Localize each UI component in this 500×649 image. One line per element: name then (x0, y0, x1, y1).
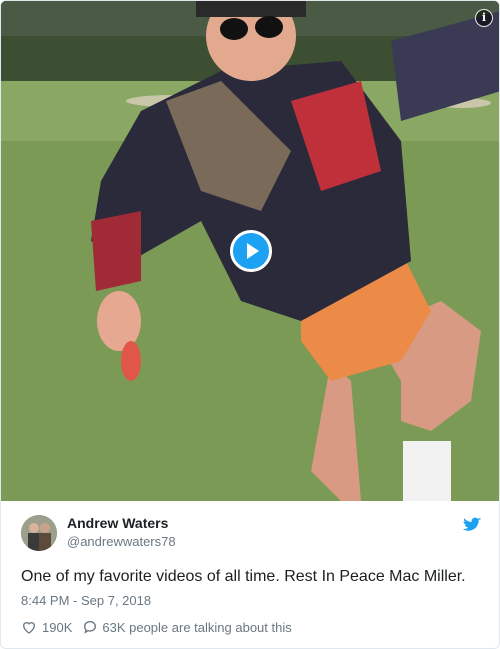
video-media[interactable]: i (1, 1, 499, 501)
play-icon (247, 243, 259, 259)
heart-icon[interactable] (21, 619, 37, 635)
tweet-timestamp[interactable]: 8:44 PM - Sep 7, 2018 (21, 593, 151, 608)
talking-count[interactable]: 63K people are talking about this (102, 620, 291, 635)
play-button[interactable] (230, 230, 272, 272)
twitter-bird-icon[interactable] (463, 517, 481, 533)
tweet-body: Andrew Waters @andrewwaters78 One of my … (1, 501, 499, 648)
info-icon[interactable]: i (475, 9, 493, 27)
author-name[interactable]: Andrew Waters (67, 515, 168, 531)
avatar-image (21, 515, 57, 551)
like-count[interactable]: 190K (42, 620, 72, 635)
tweet-text: One of my favorite videos of all time. R… (21, 568, 466, 585)
avatar[interactable] (21, 515, 57, 551)
reply-icon[interactable] (82, 619, 98, 635)
tweet-actions: 190K 63K people are talking about this (21, 619, 292, 635)
author-handle[interactable]: @andrewwaters78 (67, 534, 176, 549)
tweet-embed: i Andrew Waters @andrewwaters78 One of m… (0, 0, 500, 649)
